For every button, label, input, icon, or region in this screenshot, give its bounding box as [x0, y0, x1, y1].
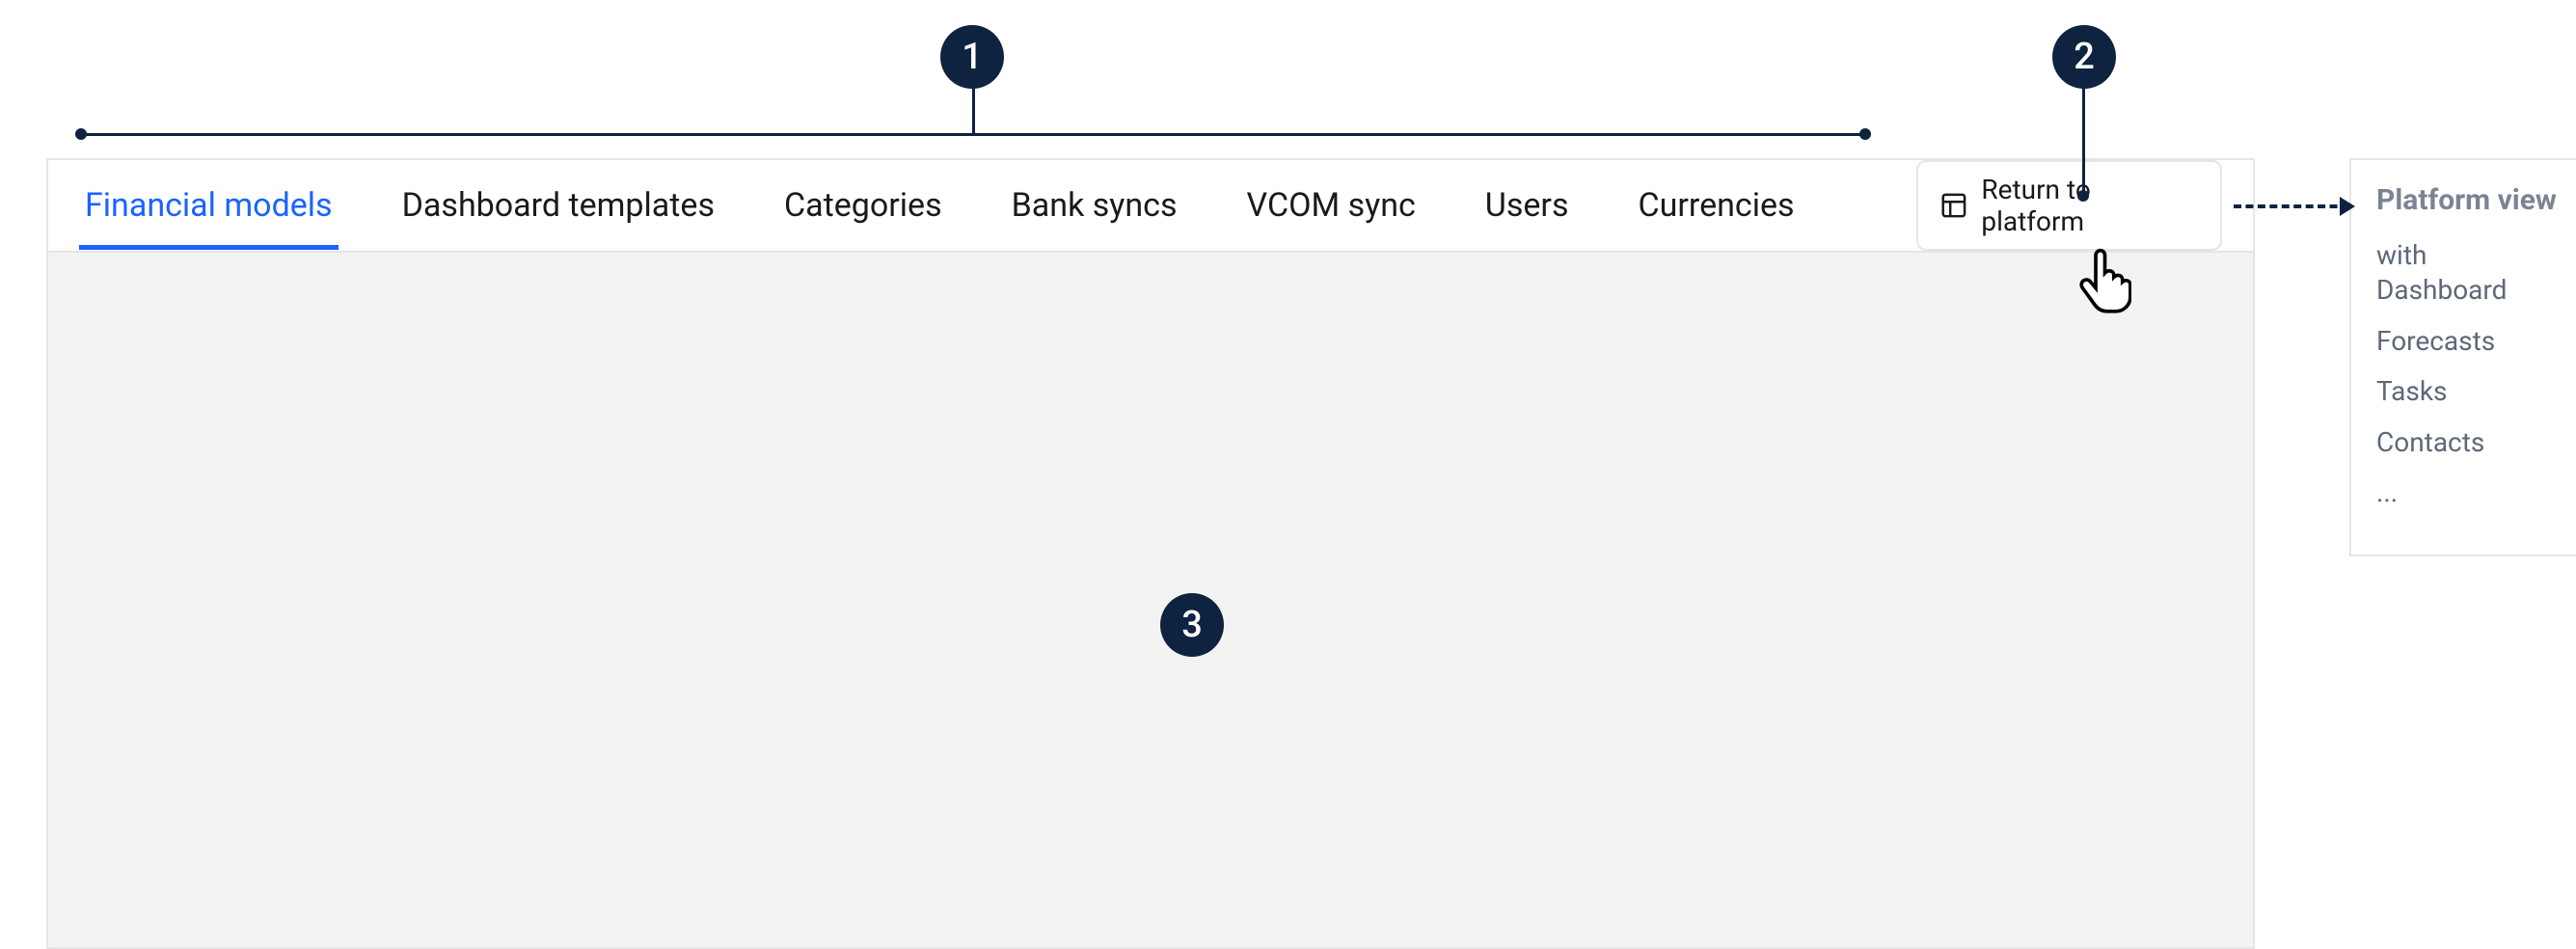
tab-content-area: [48, 253, 2253, 947]
platform-view-title: Platform view: [2376, 183, 2558, 217]
tab-vcom-sync[interactable]: VCOM sync: [1241, 161, 1422, 250]
dashed-arrow: [2234, 204, 2349, 208]
callout-3: 3: [1160, 593, 1224, 657]
layout-icon: [1939, 191, 1968, 220]
callout-2-line: [2082, 89, 2085, 195]
tab-financial-models[interactable]: Financial models: [79, 161, 339, 250]
platform-view-panel: Platform view with Dashboard Forecasts T…: [2349, 158, 2576, 556]
platform-view-item-contacts: Contacts: [2376, 425, 2558, 460]
platform-view-item-forecasts: Forecasts: [2376, 324, 2558, 359]
callout-1: 1: [940, 25, 1004, 89]
admin-tabbar: Financial models Dashboard templates Cat…: [48, 160, 2253, 253]
tab-users[interactable]: Users: [1479, 161, 1575, 250]
tab-currencies[interactable]: Currencies: [1633, 161, 1801, 250]
cursor-hand-icon: [2072, 247, 2131, 314]
tab-dashboard-templates[interactable]: Dashboard templates: [396, 161, 720, 250]
callout-2: 2: [2052, 25, 2116, 89]
platform-view-item-tasks: Tasks: [2376, 374, 2558, 409]
callout-1-stem: [972, 89, 975, 135]
return-to-platform-label: Return to platform: [1981, 174, 2199, 237]
admin-panel-screenshot: Financial models Dashboard templates Cat…: [46, 158, 2255, 949]
return-to-platform-button[interactable]: Return to platform: [1916, 160, 2222, 251]
platform-view-item-dashboard: with Dashboard: [2376, 238, 2558, 309]
platform-view-item-more: ...: [2376, 475, 2558, 510]
tab-bank-syncs[interactable]: Bank syncs: [1006, 161, 1183, 250]
callout-1-bracket: [81, 133, 1865, 150]
tab-categories[interactable]: Categories: [778, 161, 948, 250]
